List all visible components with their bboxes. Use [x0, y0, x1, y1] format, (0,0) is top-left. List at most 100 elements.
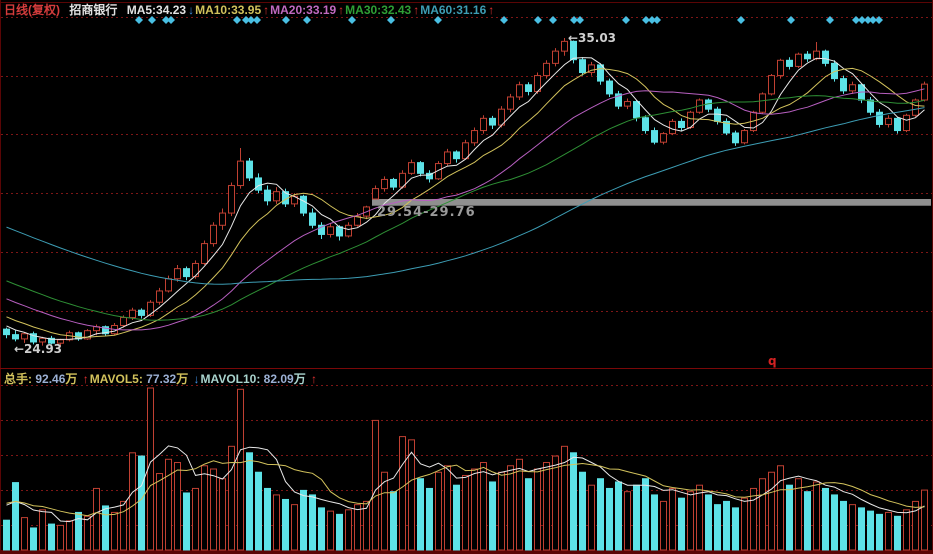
volume-bar-up: [751, 488, 757, 550]
volume-bar-up: [661, 501, 667, 550]
candle-up: [373, 189, 379, 199]
volume-bar-down: [49, 524, 55, 550]
volume-bar-down: [184, 493, 190, 550]
volume-bar-down: [634, 485, 640, 550]
candle-down: [418, 163, 424, 174]
trend-up-arrow-icon: ↑: [311, 372, 317, 386]
vol-MAVOL5-label: MAVOL5:: [90, 372, 146, 386]
volume-bar-up: [535, 469, 541, 550]
price-annotation: 29.54-29.76: [377, 205, 476, 220]
volume-bar-up: [400, 437, 406, 550]
candle-up: [175, 269, 181, 279]
candle-up: [625, 102, 631, 107]
candle-up: [166, 279, 172, 291]
volume-bar-down: [616, 482, 622, 550]
volume-bar-up: [670, 488, 676, 550]
price-annotation: q: [768, 354, 777, 368]
volume-bar-up: [625, 492, 631, 550]
candle-up: [238, 161, 244, 185]
vol-value: 77.32: [146, 372, 176, 386]
volume-bar-up: [328, 511, 334, 550]
volume-bar-down: [454, 485, 460, 550]
candle-up: [814, 51, 820, 59]
ma5-line: [7, 58, 925, 340]
candle-down: [391, 179, 397, 187]
candle-up: [922, 84, 928, 100]
volume-bar-up: [130, 453, 136, 550]
candle-down: [787, 60, 793, 66]
candle-up: [508, 97, 514, 109]
volume-bar-up: [373, 420, 379, 550]
period-label: 日线(复权): [4, 1, 60, 18]
volume-bar-up: [904, 510, 910, 550]
trend-down-arrow-icon: ↓: [194, 372, 200, 386]
volume-bar-down: [652, 495, 658, 550]
volume-bar-up: [121, 501, 127, 550]
volume-bar-down: [832, 495, 838, 550]
candle-up: [328, 227, 334, 235]
candle-down: [652, 131, 658, 143]
volume-bar-down: [319, 508, 325, 550]
candle-up: [553, 51, 559, 63]
event-diamond-icon: [348, 16, 356, 24]
volume-bar-down: [283, 499, 289, 550]
kline-app-window: ←35.03←24.9329.54-29.76q 日线(复权) 招商银行 MA5…: [0, 0, 933, 554]
ma5-label: MA5:: [127, 3, 156, 17]
volume-bar-down: [427, 488, 433, 550]
volume-bar-down: [337, 514, 343, 550]
volume-bar-up: [436, 472, 442, 550]
candle-up: [760, 94, 766, 112]
volume-bar-up: [157, 474, 163, 550]
volume-bar-up: [913, 501, 919, 550]
ma20-value: 33.19: [306, 3, 336, 17]
candle-down: [184, 269, 190, 277]
volume-bar-down: [256, 472, 262, 550]
volume-bar-up: [94, 488, 100, 550]
candle-up: [670, 121, 676, 133]
volume-bar-up: [40, 510, 46, 550]
candle-up: [544, 63, 550, 75]
volume-bar-down: [715, 505, 721, 550]
volume-bar-down: [526, 479, 532, 550]
candle-down: [733, 133, 739, 143]
volume-bar-down: [598, 479, 604, 550]
volume-info-bar: 总手: 92.46万 ↑MAVOL5: 77.32万 ↓MAVOL10: 82.…: [4, 370, 318, 383]
volume-bar-down: [787, 485, 793, 550]
vol-unit: 万: [65, 372, 80, 386]
candle-down: [526, 85, 532, 92]
candle-down: [634, 102, 640, 118]
candle-up: [796, 54, 802, 66]
ma60-label: MA60:: [420, 3, 456, 17]
candle-up: [193, 263, 199, 276]
volume-bar-down: [724, 501, 730, 550]
volume-bar-up: [211, 469, 217, 550]
candle-down: [643, 118, 649, 131]
volume-bar-down: [607, 488, 613, 550]
volume-bar-up: [355, 505, 361, 550]
volume-bar-up: [796, 479, 802, 550]
volume-bar-up: [922, 490, 928, 550]
candle-down: [679, 121, 685, 127]
volume-bar-down: [805, 492, 811, 550]
candle-up: [157, 291, 163, 302]
volume-bar-up: [229, 446, 235, 550]
trend-up-arrow-icon: ↑: [413, 3, 419, 17]
event-diamond-icon: [622, 16, 630, 24]
ma20-label: MA20:: [270, 3, 306, 17]
candle-up: [472, 131, 478, 143]
volume-bar-up: [778, 466, 784, 550]
event-diamond-icon: [253, 16, 261, 24]
volume-bar-up: [238, 389, 244, 550]
volume-bar-up: [517, 459, 523, 550]
volume-bar-up: [22, 518, 28, 550]
candle-up: [22, 334, 28, 339]
kline-chart-canvas[interactable]: ←35.03←24.9329.54-29.76q: [0, 0, 933, 554]
candle-down: [310, 213, 316, 225]
ma60-value: 31.16: [456, 3, 486, 17]
trend-up-arrow-icon: ↑: [263, 3, 269, 17]
candle-down: [454, 152, 460, 159]
volume-bar-down: [643, 479, 649, 550]
candle-down: [13, 335, 19, 339]
candle-down: [895, 118, 901, 130]
event-diamond-icon: [303, 16, 311, 24]
